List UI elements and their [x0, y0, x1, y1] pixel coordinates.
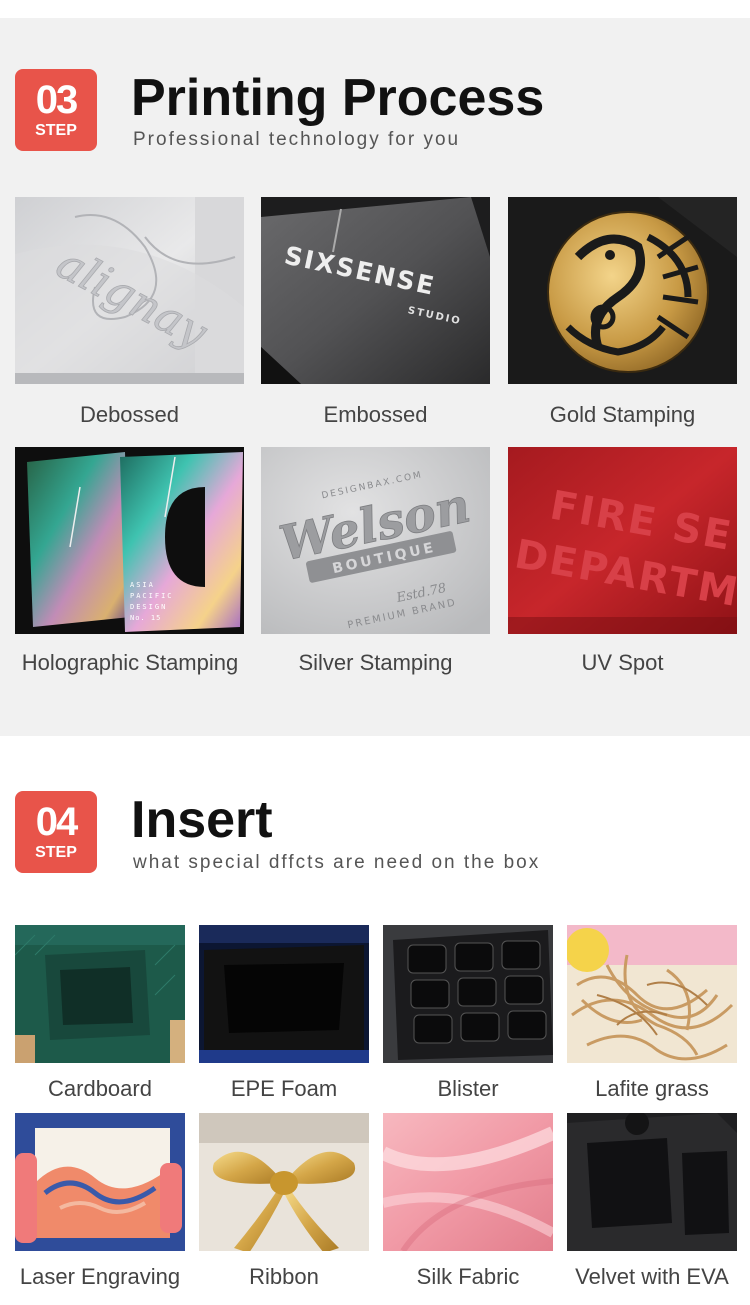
caption-silk-fabric: Silk Fabric [416, 1264, 520, 1289]
step-badge: 03 STEP [15, 69, 97, 151]
caption-debossed: Debossed [79, 402, 180, 427]
caption-blister: Blister [437, 1076, 499, 1101]
section-subtitle: Professional technology for you [133, 129, 461, 150]
section-title: Printing Process [131, 69, 545, 127]
caption-laser-engraving: Laser Engraving [19, 1264, 181, 1289]
laser-engraving-image [15, 1113, 185, 1251]
caption-ribbon: Ribbon [249, 1264, 319, 1289]
caption-uv-spot: UV Spot [581, 650, 664, 675]
caption-lafite-grass: Lafite grass [595, 1076, 709, 1101]
holo-text-2: PACIFIC [130, 592, 174, 600]
debossed-image: alignay [15, 197, 244, 384]
insert-section: 04 STEP Insert what special dffcts are n… [0, 764, 750, 1305]
step-number: 04 [35, 800, 79, 844]
uv-spot-image: FIRE SE DEPARTM [508, 447, 737, 634]
gold-stamping-image [508, 197, 737, 384]
lafite-grass-image [567, 925, 737, 1063]
silk-fabric-image [383, 1113, 553, 1251]
printing-process-section: 03 STEP Printing Process Professional te… [0, 18, 750, 736]
caption-embossed: Embossed [323, 402, 428, 427]
embossed-image: SIXSENSE STUDIO [261, 197, 490, 384]
holo-text-3: DESIGN [130, 603, 167, 611]
ribbon-image [199, 1113, 369, 1251]
caption-cardboard: Cardboard [48, 1076, 152, 1101]
caption-holographic-stamping: Holographic Stamping [21, 650, 239, 675]
blister-image [383, 925, 553, 1063]
epe-foam-image [199, 925, 369, 1063]
section-subtitle: what special dffcts are need on the box [133, 852, 541, 873]
step-number: 03 [35, 78, 79, 122]
section-title: Insert [131, 791, 273, 849]
step-badge: 04 STEP [15, 791, 97, 873]
caption-velvet-with-eva: Velvet with EVA [575, 1264, 729, 1289]
holographic-stamping-image: ASIA PACIFIC DESIGN No. 15 [15, 447, 244, 634]
velvet-with-eva-image [567, 1113, 737, 1251]
caption-silver-stamping: Silver Stamping [298, 650, 453, 675]
caption-gold-stamping: Gold Stamping [549, 402, 696, 427]
caption-epe-foam: EPE Foam [230, 1076, 338, 1101]
step-word: STEP [35, 844, 77, 861]
step-word: STEP [35, 122, 77, 139]
cardboard-image [15, 925, 185, 1063]
holo-text-4: No. 15 [130, 614, 161, 622]
silver-stamping-image: DESIGNBAX.COM Welson BOUTIQUE Estd.78 PR… [261, 447, 490, 634]
holo-text-1: ASIA [130, 581, 155, 589]
